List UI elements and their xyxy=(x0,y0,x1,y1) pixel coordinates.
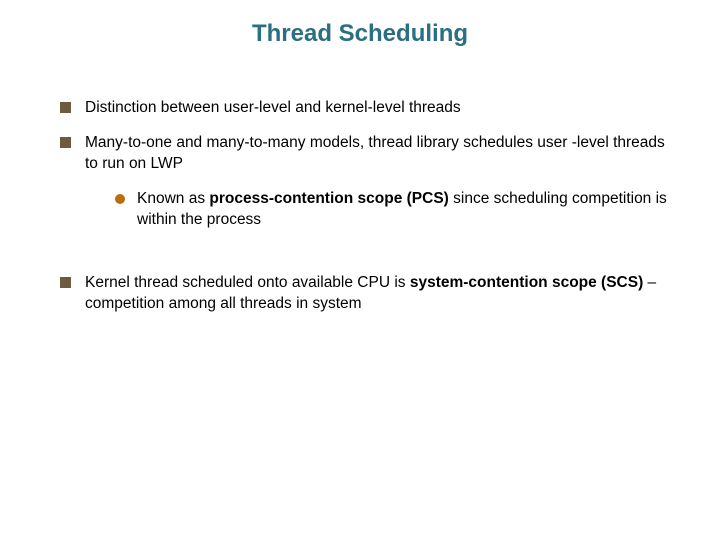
sub1-bold: process-contention scope (PCS) xyxy=(209,190,448,207)
bullet-item-3: Kernel thread scheduled onto available C… xyxy=(60,273,670,315)
slide-title: Thread Scheduling xyxy=(0,20,720,48)
square-bullet-icon xyxy=(60,102,71,113)
circle-bullet-icon xyxy=(115,194,125,204)
square-bullet-icon xyxy=(60,137,71,148)
sub-bullet-item-1: Known as process-contention scope (PCS) … xyxy=(115,189,670,231)
item3-prefix: Kernel thread scheduled onto available C… xyxy=(85,274,410,291)
bullet-item-1: Distinction between user-level and kerne… xyxy=(60,98,670,119)
bullet-item-2: Many-to-one and many-to-many models, thr… xyxy=(60,133,670,175)
item3-bold: system-contention scope (SCS) xyxy=(410,274,643,291)
bullet-text-1: Distinction between user-level and kerne… xyxy=(85,98,461,119)
bullet-text-3: Kernel thread scheduled onto available C… xyxy=(85,273,670,315)
bullet-text-2: Many-to-one and many-to-many models, thr… xyxy=(85,133,670,175)
square-bullet-icon xyxy=(60,277,71,288)
spacing-gap xyxy=(60,251,670,273)
sub-bullet-text-1: Known as process-contention scope (PCS) … xyxy=(137,189,670,231)
sub1-prefix: Known as xyxy=(137,190,209,207)
slide-content: Distinction between user-level and kerne… xyxy=(0,98,720,314)
slide: Thread Scheduling Distinction between us… xyxy=(0,0,720,540)
